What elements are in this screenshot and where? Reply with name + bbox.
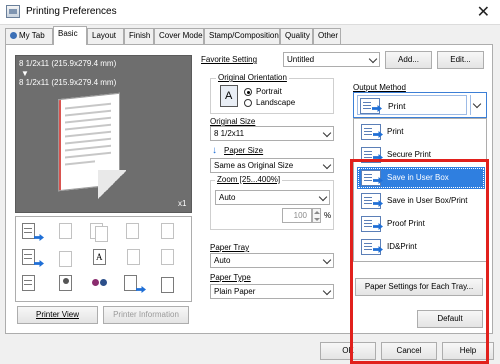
dropdown-toggle[interactable] — [470, 95, 484, 115]
output-to-box-icon — [22, 223, 44, 243]
paper-size-select[interactable]: Same as Original Size — [210, 158, 334, 173]
paper-size-label: Paper Size — [224, 146, 264, 155]
zoom-percent-input[interactable]: 100 — [282, 208, 312, 223]
tab-quality[interactable]: Quality — [280, 28, 313, 44]
zoom-spinner[interactable] — [312, 208, 321, 223]
chevron-down-icon — [322, 255, 332, 265]
print-output-icon — [361, 124, 381, 140]
output-method-current: Print — [357, 95, 467, 115]
copy-icon — [124, 223, 146, 243]
paper-size-readout: 8 1/2x11 (215.9x279.4 mm) — [19, 78, 117, 87]
tab-basic[interactable]: Basic — [53, 26, 87, 45]
close-icon[interactable]: ✕ — [477, 2, 490, 22]
annotation-highlight-box — [350, 159, 489, 364]
zoom-select[interactable]: Auto — [215, 190, 330, 205]
title-bar: Printing Preferences ✕ — [0, 0, 500, 24]
email-icon — [158, 275, 180, 295]
tab-layout[interactable]: Layout — [87, 28, 124, 44]
percent-sign: % — [324, 211, 332, 220]
staple-icon — [124, 249, 146, 269]
favorite-setting-select[interactable]: Untitled — [283, 52, 380, 67]
tab-my-tab[interactable]: My Tab — [5, 28, 53, 44]
portrait-orientation-icon: A — [220, 85, 238, 107]
favorite-setting-label: Favorite Setting — [201, 55, 258, 64]
box-save-icon — [124, 275, 146, 295]
page-curl-graphic — [98, 170, 126, 200]
tab-cover-mode[interactable]: Cover Mode — [154, 28, 204, 44]
zoom-label: Zoom [25...400%] — [215, 175, 283, 184]
paper-tray-select[interactable]: Auto — [210, 253, 334, 268]
users-icon — [90, 275, 112, 295]
tab-stamp-composition[interactable]: Stamp/Composition — [204, 28, 280, 44]
layout-icon — [158, 223, 180, 243]
feature-icon-panel: A — [15, 216, 192, 302]
duplex-icon — [90, 223, 112, 243]
person-icon — [56, 275, 78, 295]
chevron-down-icon — [368, 54, 378, 64]
arrow-down-icon: ↓ — [212, 145, 217, 156]
output-method-label: Output Method — [353, 83, 406, 92]
copies-readout: x1 — [178, 199, 187, 208]
chevron-down-icon — [318, 192, 328, 202]
printer-app-icon — [6, 5, 20, 18]
spin-down-icon[interactable] — [314, 218, 320, 221]
chevron-down-icon — [322, 160, 332, 170]
portrait-radio[interactable] — [244, 88, 252, 96]
chevron-down-icon — [472, 99, 482, 109]
print-output-icon — [360, 98, 380, 114]
output-method-select[interactable]: Print — [353, 92, 487, 118]
print-icon — [22, 275, 44, 295]
chevron-down-icon — [322, 128, 332, 138]
original-size-readout: 8 1/2x11 (215.9x279.4 mm) — [19, 59, 117, 68]
punch-icon — [158, 249, 180, 269]
tab-other[interactable]: Other — [313, 28, 341, 44]
portrait-label: Portrait — [256, 87, 282, 96]
user-icon — [10, 32, 17, 39]
spin-up-icon[interactable] — [314, 211, 320, 214]
window-title: Printing Preferences — [26, 6, 117, 17]
document-icon — [56, 223, 78, 243]
original-size-select[interactable]: 8 1/2x11 — [210, 126, 334, 141]
stack-output-icon — [22, 249, 44, 269]
fold-icon — [56, 249, 78, 269]
edit-favorite-button[interactable]: Edit... — [437, 51, 484, 69]
printer-view-button[interactable]: Printer View — [17, 306, 98, 324]
paper-type-label: Paper Type — [210, 273, 251, 282]
text-a-icon: A — [90, 249, 112, 269]
original-size-label: Original Size — [210, 117, 256, 126]
paper-type-select[interactable]: Plain Paper — [210, 284, 334, 299]
landscape-radio[interactable] — [244, 99, 252, 107]
output-option-print[interactable]: Print — [357, 121, 485, 143]
add-favorite-button[interactable]: Add... — [385, 51, 432, 69]
orientation-label: Original Orientation — [216, 73, 289, 82]
tab-finish[interactable]: Finish — [124, 28, 154, 44]
landscape-label: Landscape — [256, 98, 296, 107]
printer-information-button[interactable]: Printer Information — [103, 306, 189, 324]
paper-tray-label: Paper Tray — [210, 243, 250, 252]
chevron-down-icon — [322, 286, 332, 296]
